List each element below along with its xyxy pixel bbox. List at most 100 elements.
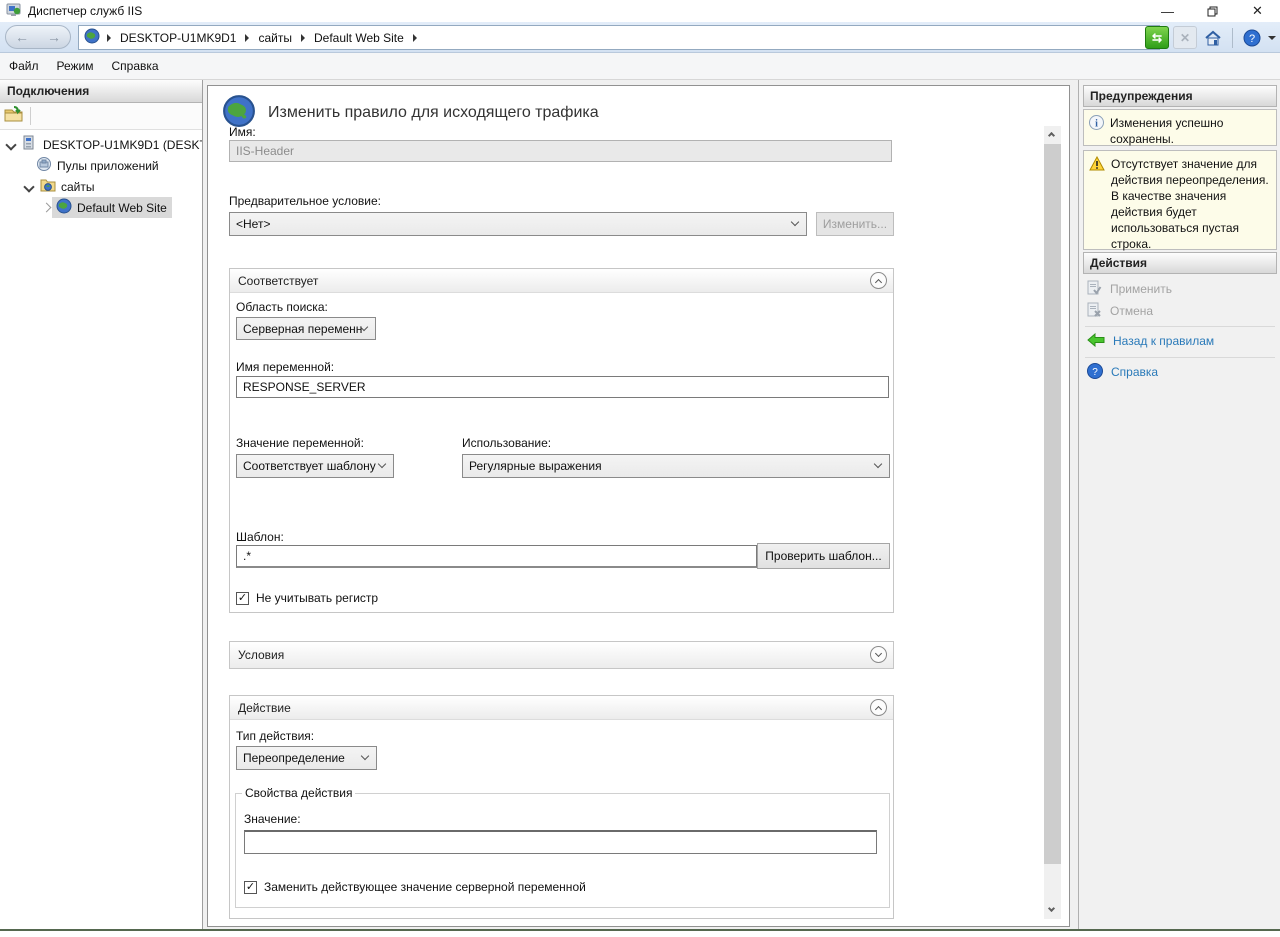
globe-icon [84,28,100,47]
title-bar: Диспетчер служб IIS — ✕ [0,0,1280,22]
restore-button[interactable] [1190,0,1235,22]
test-pattern-button[interactable]: Проверить шаблон... [757,543,890,569]
action-type-label: Тип действия: [236,729,314,743]
action-type-select[interactable]: Переопределение [236,746,377,770]
refresh-button[interactable]: ⇆ [1145,26,1169,49]
using-label: Использование: [462,436,551,450]
svg-text:?: ? [1249,33,1255,45]
help-dropdown-arrow-icon[interactable] [1268,36,1276,40]
expander-closed-icon[interactable] [42,203,52,213]
tree-label-app-pools[interactable]: Пулы приложений [57,159,159,173]
variable-name-label: Имя переменной: [236,360,334,374]
expander-open-icon[interactable] [6,140,16,150]
expander-open-icon[interactable] [24,182,34,192]
navigation-toolbar: ← → DESKTOP-U1MK9D1 сайты Default Web Si… [0,22,1280,53]
expand-section-button[interactable] [870,646,887,663]
name-label: Имя: [229,125,256,139]
scroll-down-button[interactable] [1044,902,1061,919]
actions-header: Действия [1083,252,1277,274]
connections-header: Подключения [0,80,202,103]
tree-label-server[interactable]: DESKTOP-U1MK9D1 (DESKTOP [43,138,202,152]
chevron-down-icon [362,753,370,761]
alert-warning-text: Отсутствует значение для действия переоп… [1111,156,1272,244]
right-panel: Предупреждения i Изменения успешно сохра… [1078,80,1280,929]
menu-help[interactable]: Справка [103,53,168,79]
menu-file[interactable]: Файл [0,53,48,79]
collapse-section-button[interactable] [870,699,887,716]
replace-checkrow[interactable]: ✓ Заменить действующее значение серверно… [244,880,586,894]
breadcrumb-server[interactable]: DESKTOP-U1MK9D1 [120,31,236,45]
action-help-label[interactable]: Справка [1111,365,1158,379]
svg-text:?: ? [1092,367,1098,378]
back-icon[interactable]: ← [15,29,29,45]
forward-icon[interactable]: → [47,29,61,45]
apply-icon [1087,280,1102,299]
menu-mode[interactable]: Режим [48,53,103,79]
match-section: Соответствует Область поиска: Серверная … [229,268,894,613]
sites-folder-icon [40,178,56,195]
breadcrumb-default-web-site[interactable]: Default Web Site [314,31,404,45]
action-cancel: Отмена [1083,300,1277,322]
scroll-up-button[interactable] [1044,126,1061,143]
scrollbar-thumb[interactable] [1044,144,1061,864]
window-bottom-edge [0,929,1280,931]
tree-label-default-web-site[interactable]: Default Web Site [77,201,167,215]
minimize-button[interactable]: — [1145,0,1190,22]
action-properties-group: Свойства действия Значение: ✓ Заменить д… [235,786,890,908]
content-area: Изменить правило для исходящего трафика … [203,80,1078,929]
iis-app-icon [6,2,22,21]
breadcrumb-arrow-icon [301,34,305,42]
warnings-header: Предупреждения [1083,85,1277,107]
ignore-case-checkrow[interactable]: ✓ Не учитывать регистр [236,591,378,605]
scope-label: Область поиска: [236,300,328,314]
replace-checkbox[interactable]: ✓ [244,881,257,894]
action-properties-legend: Свойства действия [242,786,355,800]
form-scrollbar[interactable] [1044,126,1061,919]
globe-icon [56,198,72,217]
using-select[interactable]: Регулярные выражения [462,454,890,478]
precondition-select[interactable]: <Нет> [229,212,807,236]
alert-info-text: Изменения успешно сохранены. [1110,115,1272,140]
action-cancel-label: Отмена [1110,304,1153,318]
nav-back-forward[interactable]: ← → [5,25,71,49]
help-icon: ? [1087,363,1103,382]
home-button[interactable] [1201,26,1225,49]
tree-item-sites[interactable]: сайты [0,176,202,197]
help-button[interactable]: ? [1240,26,1264,49]
tree-item-server[interactable]: DESKTOP-U1MK9D1 (DESKTOP [0,134,202,155]
back-arrow-icon [1087,333,1105,350]
breadcrumb-arrow-icon [245,34,249,42]
value-input[interactable] [244,830,877,854]
collapse-section-button[interactable] [870,272,887,289]
variable-name-input[interactable]: RESPONSE_SERVER [236,376,889,398]
tree-item-app-pools[interactable]: Пулы приложений [0,155,202,176]
replace-label: Заменить действующее значение серверной … [264,880,586,894]
tree-item-default-web-site[interactable]: Default Web Site [0,197,202,218]
action-apply: Применить [1083,278,1277,300]
app-pools-icon [36,156,52,175]
pattern-label: Шаблон: [236,530,284,544]
conditions-section-title: Условия [238,648,284,662]
variable-value-select[interactable]: Соответствует шаблону [236,454,394,478]
ignore-case-checkbox[interactable]: ✓ [236,592,249,605]
pattern-input[interactable]: .* [236,545,757,568]
menu-bar: Файл Режим Справка [0,53,1280,80]
action-section-title: Действие [238,701,291,715]
close-button[interactable]: ✕ [1235,0,1280,22]
edit-outbound-rule-form: Изменить правило для исходящего трафика … [207,85,1070,927]
window-title: Диспетчер служб IIS [28,4,142,18]
precondition-edit-button: Изменить... [816,212,894,236]
action-back-label[interactable]: Назад к правилам [1113,334,1214,348]
match-section-title: Соответствует [238,274,318,288]
save-connection-icon[interactable] [4,106,24,126]
scope-select[interactable]: Серверная переменн [236,317,376,340]
action-apply-label: Применить [1110,282,1172,296]
tree-label-sites[interactable]: сайты [61,180,95,194]
warning-icon [1089,156,1105,244]
action-back-to-rules[interactable]: Назад к правилам [1083,330,1277,352]
stop-button: ✕ [1173,26,1197,49]
breadcrumb-sites[interactable]: сайты [258,31,292,45]
breadcrumb[interactable]: DESKTOP-U1MK9D1 сайты Default Web Site [78,25,1160,50]
name-input: IIS-Header [229,140,892,162]
action-help[interactable]: ? Справка [1083,361,1277,383]
